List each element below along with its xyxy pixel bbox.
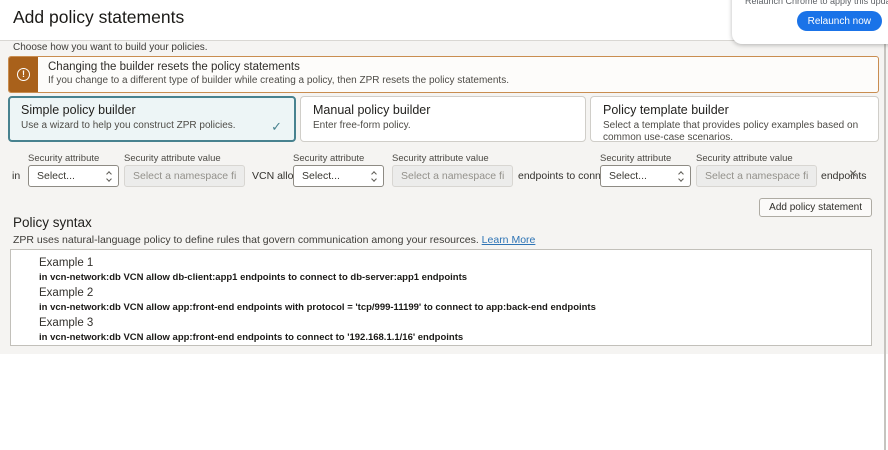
security-attribute-value-input-3[interactable] (696, 165, 817, 187)
security-attribute-select-2[interactable]: Select... (293, 165, 384, 187)
builder-choice-hint: Choose how you want to build your polici… (13, 42, 208, 53)
card-description: Enter free-form policy. (313, 120, 573, 132)
policy-examples-box: Example 1 in vcn-network:db VCN allow db… (10, 249, 872, 346)
card-manual-policy-builder[interactable]: Manual policy builder Enter free-form po… (300, 96, 586, 142)
warning-title: Changing the builder resets the policy s… (48, 61, 509, 73)
security-attribute-value-label: Security attribute value (392, 153, 489, 164)
security-attribute-select-1[interactable]: Select... (28, 165, 119, 187)
example-label: Example 2 (39, 286, 861, 301)
select-value: Select... (609, 170, 647, 182)
example-statement: in vcn-network:db VCN allow db-client:ap… (39, 272, 861, 283)
warning-icon: ! (17, 68, 30, 81)
connector-endpoints: endpoints (821, 170, 867, 182)
select-stepper-icon (372, 172, 376, 181)
security-attribute-value-label: Security attribute value (124, 153, 221, 164)
security-attribute-label: Security attribute (600, 153, 671, 164)
policy-syntax-title: Policy syntax (13, 215, 92, 230)
card-policy-template-builder[interactable]: Policy template builder Select a templat… (590, 96, 879, 142)
card-simple-policy-builder[interactable]: Simple policy builder Use a wizard to he… (8, 96, 296, 142)
warning-accent-bar: ! (9, 57, 38, 92)
security-attribute-value-input-2[interactable] (392, 165, 513, 187)
chrome-update-message: Relaunch Chrome to apply this update (745, 0, 888, 6)
card-title: Policy template builder (603, 103, 866, 117)
example-statement: in vcn-network:db VCN allow app:front-en… (39, 302, 861, 313)
security-attribute-label: Security attribute (28, 153, 99, 164)
vertical-scrollbar[interactable] (884, 43, 886, 450)
remove-statement-icon[interactable]: × (849, 166, 857, 180)
card-title: Simple policy builder (21, 103, 283, 117)
example-label: Example 1 (39, 256, 861, 271)
learn-more-link[interactable]: Learn More (482, 234, 536, 246)
card-description: Use a wizard to help you construct ZPR p… (21, 120, 283, 132)
card-title: Manual policy builder (313, 103, 573, 117)
security-attribute-label: Security attribute (293, 153, 364, 164)
warning-body: Changing the builder resets the policy s… (38, 57, 519, 92)
card-description: Select a template that provides policy e… (603, 120, 866, 144)
warning-description: If you change to a different type of bui… (48, 75, 509, 86)
statement-prefix: in (12, 170, 20, 182)
warning-banner: ! Changing the builder resets the policy… (8, 56, 879, 93)
chrome-update-popup: Relaunch Chrome to apply this update Rel… (732, 0, 888, 44)
add-policy-statement-button[interactable]: Add policy statement (759, 198, 872, 217)
security-attribute-value-input-1[interactable] (124, 165, 245, 187)
select-value: Select... (302, 170, 340, 182)
security-attribute-select-3[interactable]: Select... (600, 165, 691, 187)
check-icon: ✓ (271, 119, 282, 135)
select-stepper-icon (679, 172, 683, 181)
example-label: Example 3 (39, 316, 861, 331)
select-value: Select... (37, 170, 75, 182)
security-attribute-value-label: Security attribute value (696, 153, 793, 164)
relaunch-now-button[interactable]: Relaunch now (797, 11, 882, 31)
policy-syntax-description: ZPR uses natural-language policy to defi… (13, 234, 535, 246)
page-title: Add policy statements (13, 7, 184, 28)
example-statement: in vcn-network:db VCN allow app:front-en… (39, 332, 861, 343)
policy-syntax-description-text: ZPR uses natural-language policy to defi… (13, 234, 479, 246)
select-stepper-icon (107, 172, 111, 181)
